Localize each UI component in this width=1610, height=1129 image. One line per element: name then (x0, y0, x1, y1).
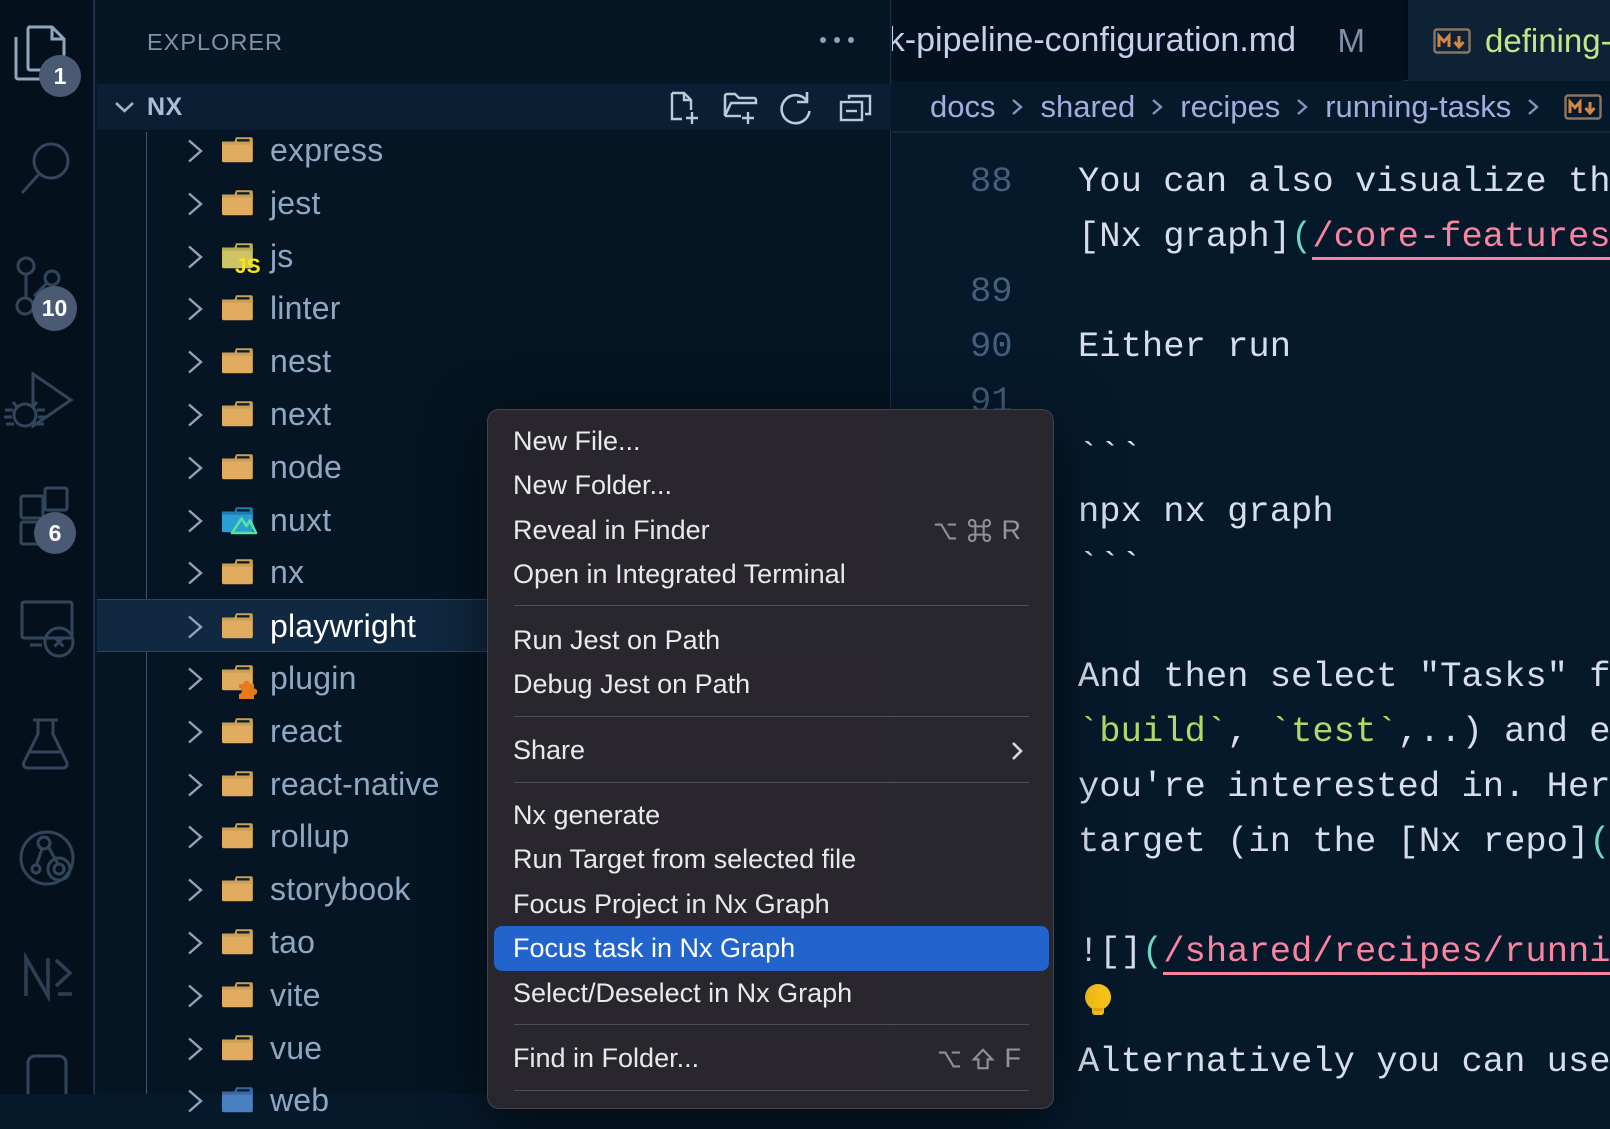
svg-text:JS: JS (235, 255, 261, 278)
